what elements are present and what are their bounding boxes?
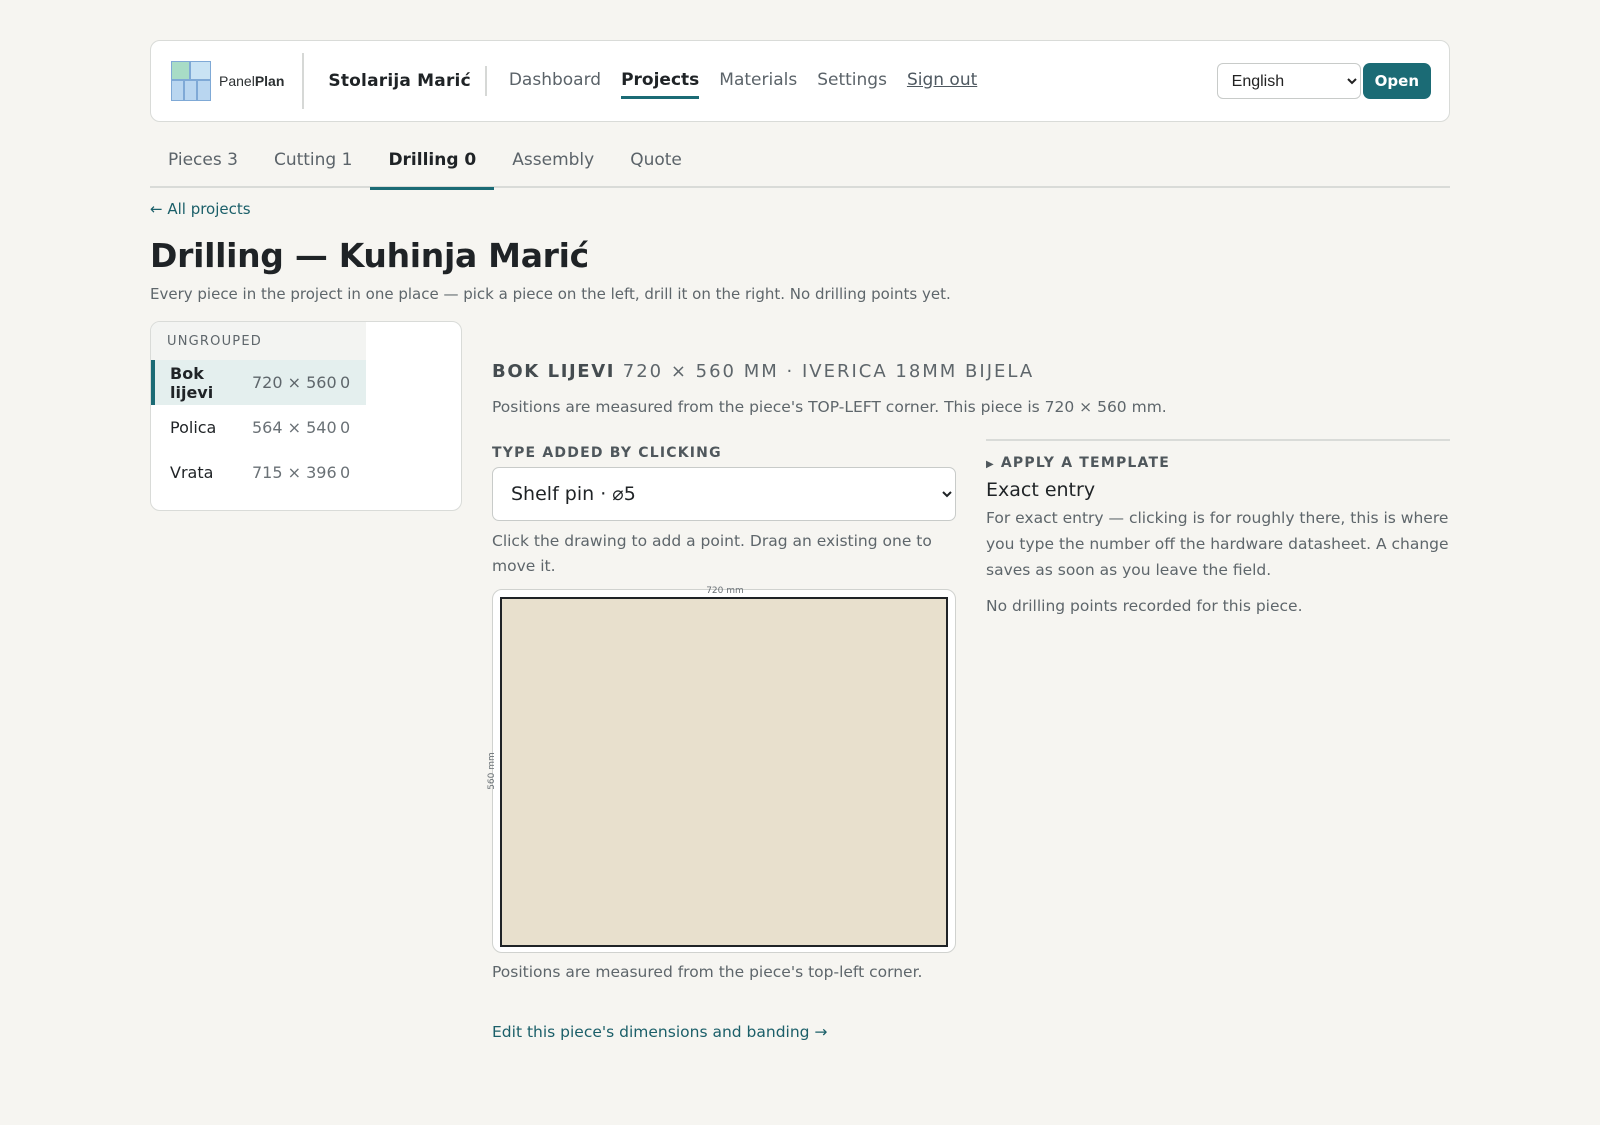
drilling-workspace: UNGROUPED Bok lijevi 720 × 560 0 Polica … xyxy=(150,321,1450,1051)
click-hint: Click the drawing to add a point. Drag a… xyxy=(492,532,932,575)
piece-heading: BOK LIJEVI 720 × 560 MM · IVERICA 18MM B… xyxy=(492,361,1450,382)
apply-template-toggle[interactable]: ▶ APPLY A TEMPLATE xyxy=(986,455,1450,471)
tab-drilling[interactable]: Drilling 0 xyxy=(370,140,495,190)
top-bar: PanelPlan Stolarija Marić Dashboard Proj… xyxy=(150,40,1450,122)
page: PanelPlan Stolarija Marić Dashboard Proj… xyxy=(150,40,1450,1051)
exact-entry-title: Exact entry xyxy=(986,479,1096,501)
group-label: UNGROUPED xyxy=(151,322,366,360)
piece-name: Bok lijevi xyxy=(170,363,214,402)
piece-board[interactable] xyxy=(500,597,948,947)
origin-note: Positions are measured from the piece's … xyxy=(492,398,1167,416)
exact-entry-description: For exact entry — clicking is for roughl… xyxy=(986,509,1449,579)
sign-out-link[interactable]: Sign out xyxy=(907,64,977,99)
open-button[interactable]: Open xyxy=(1362,63,1431,99)
piece-item-vrata[interactable]: Vrata 715 × 396 0 xyxy=(151,450,366,495)
main-nav: Dashboard Projects Materials Settings Si… xyxy=(509,64,977,99)
apply-template-label: APPLY A TEMPLATE xyxy=(1000,455,1170,471)
exact-entry-column: ▶ APPLY A TEMPLATE Exact entry For exact … xyxy=(986,439,1450,615)
piece-point-count: 0 xyxy=(340,463,351,482)
drawing-canvas[interactable]: 720 mm 560 mm xyxy=(487,586,956,953)
empty-points-note: No drilling points recorded for this pie… xyxy=(986,597,1303,615)
tab-pieces[interactable]: Pieces 3 xyxy=(150,140,256,188)
height-dimension-label: 560 mm xyxy=(486,752,497,790)
canvas-note: Positions are measured from the piece's … xyxy=(492,963,923,981)
piece-name: Polica xyxy=(170,418,217,437)
nav-materials[interactable]: Materials xyxy=(719,64,797,99)
tab-quote[interactable]: Quote xyxy=(612,140,700,188)
disclosure-triangle-icon: ▶ xyxy=(986,459,995,470)
piece-heading-meta: 720 × 560 MM · IVERICA 18MM BIJELA xyxy=(622,361,1035,382)
drawing-column: TYPE ADDED BY CLICKING Shelf pin · ⌀5 Cl… xyxy=(487,445,956,1041)
drill-type-select[interactable]: Shelf pin · ⌀5 xyxy=(492,467,956,521)
brand-logo[interactable]: PanelPlan xyxy=(171,53,305,109)
nav-settings[interactable]: Settings xyxy=(817,64,887,99)
piece-item-polica[interactable]: Polica 564 × 540 0 xyxy=(151,405,366,450)
piece-detail: BOK LIJEVI 720 × 560 MM · IVERICA 18MM B… xyxy=(487,321,1450,1041)
piece-dims: 715 × 396 xyxy=(252,463,337,482)
project-tabs: Pieces 3 Cutting 1 Drilling 0 Assembly Q… xyxy=(150,140,1450,190)
piece-point-count: 0 xyxy=(340,373,351,392)
page-title: Drilling — Kuhinja Marić xyxy=(150,236,589,275)
piece-heading-name: BOK LIJEVI xyxy=(492,361,616,382)
nav-projects[interactable]: Projects xyxy=(621,64,700,99)
nav-dashboard[interactable]: Dashboard xyxy=(509,64,601,99)
brand-name: PanelPlan xyxy=(219,73,285,89)
language-select[interactable]: English xyxy=(1216,63,1361,99)
edit-piece-link[interactable]: Edit this piece's dimensions and banding… xyxy=(492,1023,827,1041)
tab-assembly[interactable]: Assembly xyxy=(494,140,612,188)
piece-list: UNGROUPED Bok lijevi 720 × 560 0 Polica … xyxy=(150,321,462,511)
piece-item-bok-lijevi[interactable]: Bok lijevi 720 × 560 0 xyxy=(151,360,366,405)
piece-dims: 564 × 540 xyxy=(252,418,337,437)
piece-dims: 720 × 560 xyxy=(252,373,337,392)
all-projects-link[interactable]: ← All projects xyxy=(150,200,251,218)
width-dimension-label: 720 mm xyxy=(706,586,744,596)
piece-name: Vrata xyxy=(170,463,214,482)
piece-point-count: 0 xyxy=(340,418,351,437)
shop-name: Stolarija Marić xyxy=(304,66,487,96)
logo-icon xyxy=(171,61,211,101)
type-label: TYPE ADDED BY CLICKING xyxy=(492,445,722,461)
tab-cutting[interactable]: Cutting 1 xyxy=(256,140,370,188)
page-intro: Every piece in the project in one place … xyxy=(150,285,951,303)
